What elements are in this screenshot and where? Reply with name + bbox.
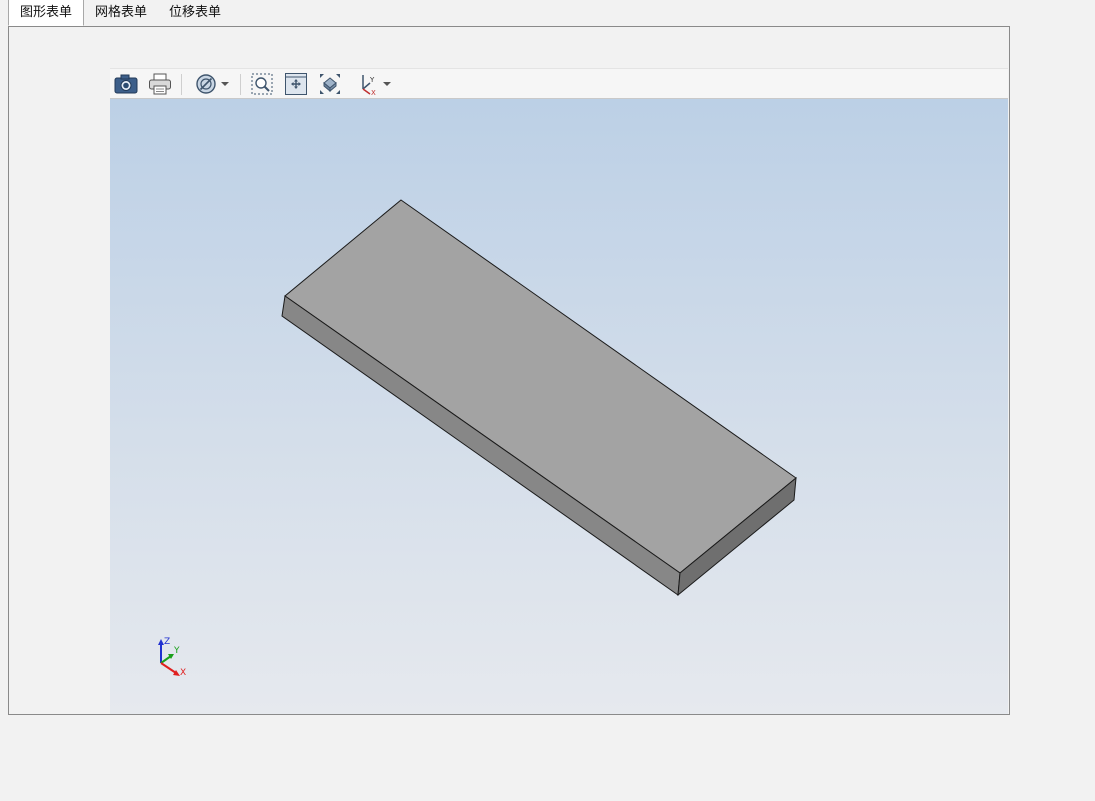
zoom-window-icon (251, 73, 273, 95)
camera-icon (114, 74, 138, 94)
pan-button[interactable] (283, 72, 309, 96)
3d-viewer: Y X Z Y X (110, 68, 1008, 714)
3d-canvas[interactable]: Z Y X (110, 99, 1008, 714)
axis-view-icon: Y X (362, 75, 376, 96)
screenshot-button[interactable] (113, 72, 139, 96)
clip-plane-icon (196, 74, 216, 94)
print-button[interactable] (147, 72, 173, 96)
model-view: Z Y X (158, 199, 797, 678)
zoom-window-button[interactable] (249, 72, 275, 96)
axis-label-y: Y (173, 646, 180, 656)
clip-plane-dropdown[interactable] (192, 72, 232, 96)
tab-displacement-form[interactable]: 位移表单 (158, 0, 232, 26)
pan-icon (285, 73, 307, 95)
svg-text:X: X (371, 89, 376, 96)
viewer-toolbar: Y X (110, 68, 1008, 99)
fit-all-icon (320, 74, 340, 94)
tab-bar: 图形表单 网格表单 位移表单 (8, 0, 232, 26)
print-icon (149, 73, 171, 95)
axis-label-z: Z (164, 637, 170, 647)
chevron-down-icon (383, 82, 391, 86)
tab-mesh-form[interactable]: 网格表单 (84, 0, 158, 26)
chevron-down-icon (221, 82, 229, 86)
axis-label-x: X (180, 668, 186, 678)
toolbar-separator (240, 74, 241, 95)
toolbar-separator (181, 74, 182, 95)
plate-top-face (284, 199, 797, 574)
fit-all-button[interactable] (317, 72, 343, 96)
svg-text:Y: Y (369, 76, 375, 84)
view-orientation-dropdown[interactable]: Y X (352, 72, 394, 96)
tab-graphics-form[interactable]: 图形表单 (8, 0, 85, 26)
